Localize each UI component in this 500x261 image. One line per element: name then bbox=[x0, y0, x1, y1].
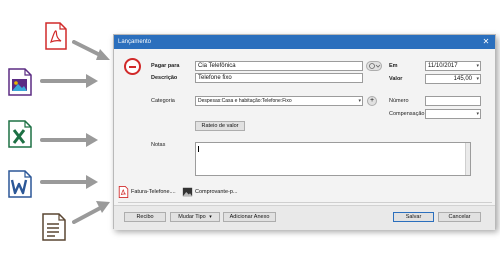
pagar-para-label: Pagar para bbox=[151, 63, 180, 69]
excel-icon bbox=[8, 120, 32, 148]
valor-field[interactable]: 145,00 ▾ bbox=[425, 74, 481, 84]
close-icon[interactable]: ✕ bbox=[477, 35, 495, 49]
text-caret bbox=[198, 146, 199, 152]
mudar-tipo-button[interactable]: Mudar Tipo ▾ bbox=[170, 212, 220, 222]
salvar-button[interactable]: Salvar bbox=[393, 212, 434, 222]
image-icon bbox=[8, 68, 32, 96]
attachment-item[interactable]: Fatura-Telefone.... bbox=[118, 185, 176, 199]
lancamento-dialog: Lançamento ✕ Pagar para Cia Telefônica D… bbox=[113, 34, 496, 230]
attachment-name: Comprovante-p... bbox=[195, 189, 238, 195]
dialog-footer: Recibo Mudar Tipo ▾ Adicionar Anexo Salv… bbox=[114, 205, 495, 230]
arrow-icon bbox=[40, 175, 98, 189]
chevron-down-icon: ▾ bbox=[476, 111, 479, 117]
em-label: Em bbox=[389, 63, 398, 69]
pdf-icon bbox=[45, 22, 67, 50]
payee-options-button[interactable] bbox=[366, 61, 382, 71]
categoria-value: Despesas:Casa e habitação:Telefone:Fixo bbox=[198, 98, 292, 104]
descricao-label: Descrição bbox=[151, 75, 178, 81]
chevron-down-icon: ▾ bbox=[358, 98, 361, 104]
chevron-down-icon: ▾ bbox=[209, 214, 212, 220]
valor-value: 145,00 bbox=[453, 76, 472, 82]
arrow-icon bbox=[72, 40, 110, 60]
pagar-para-field[interactable]: Cia Telefônica bbox=[195, 61, 363, 71]
screenshot-canvas: Lançamento ✕ Pagar para Cia Telefônica D… bbox=[0, 0, 500, 261]
arrow-icon bbox=[72, 201, 110, 224]
categoria-field[interactable]: Despesas:Casa e habitação:Telefone:Fixo … bbox=[195, 96, 363, 106]
expense-type-icon bbox=[124, 58, 141, 75]
cancelar-button[interactable]: Cancelar bbox=[438, 212, 481, 222]
mudar-tipo-label: Mudar Tipo bbox=[178, 214, 206, 220]
compensacao-select[interactable]: ▾ bbox=[425, 109, 481, 119]
window-title: Lançamento bbox=[118, 39, 152, 45]
em-date-field[interactable]: 11/10/2017 ▾ bbox=[425, 61, 481, 71]
word-icon bbox=[8, 170, 32, 198]
window-titlebar: Lançamento ✕ bbox=[114, 35, 495, 49]
add-category-button[interactable]: + bbox=[367, 96, 377, 106]
notes-scrollbar[interactable] bbox=[465, 143, 470, 175]
text-document-icon bbox=[42, 213, 66, 241]
pdf-icon bbox=[118, 186, 129, 198]
divider bbox=[118, 202, 492, 203]
chevron-down-icon: ▾ bbox=[476, 76, 479, 82]
notas-textarea[interactable] bbox=[195, 142, 471, 176]
chevron-down-icon bbox=[369, 63, 381, 69]
compensacao-label: Compensação bbox=[389, 111, 425, 117]
numero-field[interactable] bbox=[425, 96, 481, 106]
descricao-field[interactable]: Telefone fixo bbox=[195, 73, 363, 83]
recibo-button[interactable]: Recibo bbox=[124, 212, 166, 222]
arrow-icon bbox=[40, 74, 98, 88]
em-date-value: 11/10/2017 bbox=[428, 63, 458, 69]
numero-label: Número bbox=[389, 98, 409, 104]
image-icon bbox=[182, 187, 193, 197]
adicionar-anexo-button[interactable]: Adicionar Anexo bbox=[223, 212, 276, 222]
rateio-de-valor-button[interactable]: Rateio de valor bbox=[195, 121, 245, 131]
attachment-item[interactable]: Comprovante-p... bbox=[182, 185, 238, 199]
valor-label: Valor bbox=[389, 76, 403, 82]
chevron-down-icon: ▾ bbox=[476, 63, 479, 69]
arrow-icon bbox=[40, 133, 98, 147]
categoria-label: Categoria bbox=[151, 98, 175, 104]
attachment-name: Fatura-Telefone.... bbox=[131, 189, 176, 195]
notas-label: Notas bbox=[151, 142, 166, 148]
